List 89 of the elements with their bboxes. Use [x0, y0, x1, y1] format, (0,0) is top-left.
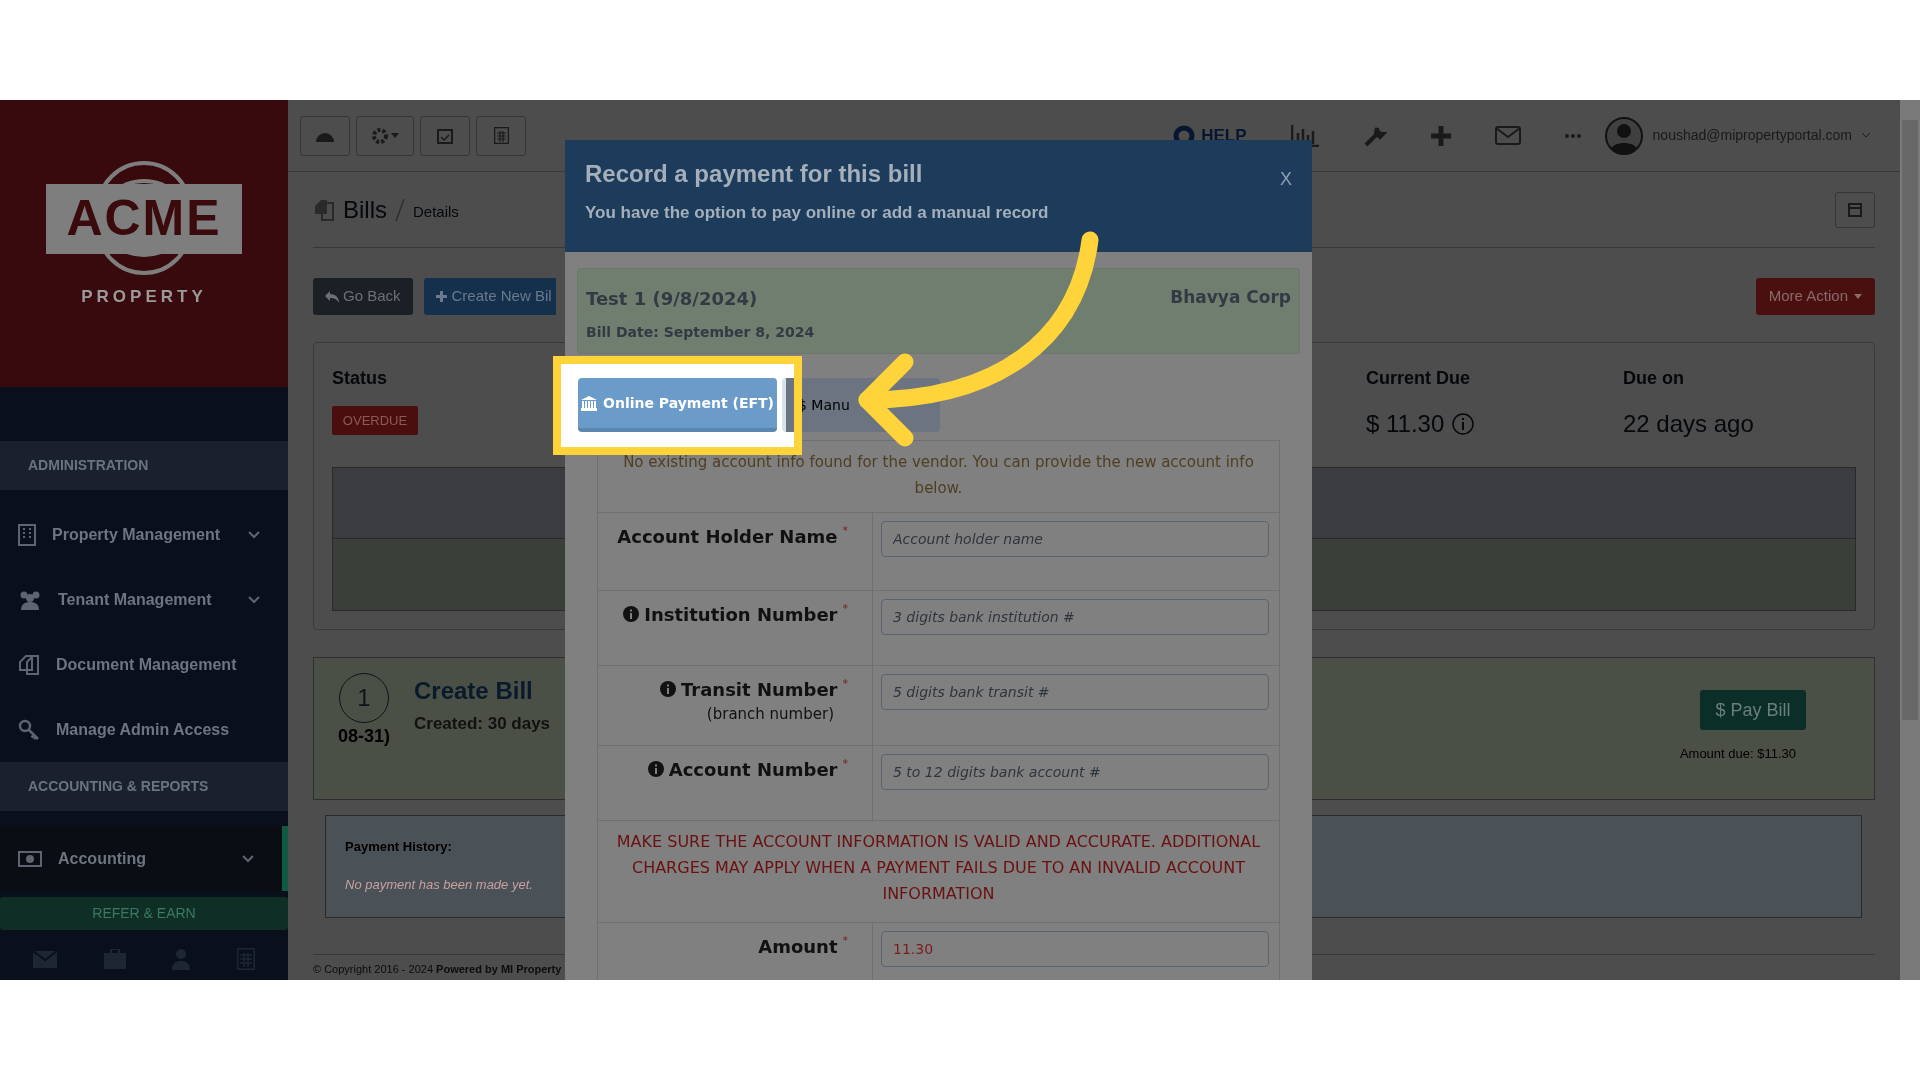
step-title: Create Bill — [414, 676, 533, 706]
refer-button[interactable]: REFER & EARN — [0, 897, 288, 930]
breadcrumb-item: Details — [413, 201, 459, 222]
current-due-amount: $ 11.30 — [1366, 409, 1445, 439]
field-label: Amount — [758, 935, 838, 959]
info-icon[interactable] — [1452, 413, 1475, 435]
caret-icon — [1854, 294, 1862, 299]
amount-due-text: Amount due: $11.30 — [1679, 745, 1796, 763]
sidebar-item[interactable]: Property Management — [0, 502, 288, 567]
reply-arrow-icon — [325, 290, 339, 303]
text-input[interactable]: 3 digits bank institution # — [881, 599, 1269, 635]
section-heading: ACCOUNTING & REPORTS — [0, 762, 288, 811]
field-label: Transit Number — [681, 678, 838, 702]
info-icon[interactable] — [647, 761, 664, 777]
empty-message: No payment has been made yet. — [345, 875, 533, 894]
chevron-down-icon — [248, 595, 260, 604]
dashboard-button[interactable] — [300, 115, 350, 156]
caret-icon — [390, 133, 399, 138]
created-text: Created: 30 days — [414, 713, 551, 735]
copy-icon — [313, 197, 335, 222]
text-input[interactable]: 5 digits bank transit # — [881, 674, 1269, 710]
text-input[interactable]: Account holder name — [881, 521, 1269, 557]
logo: ACME PROPERTY — [44, 158, 244, 329]
required-mark: * — [842, 601, 848, 617]
plus-icon — [435, 291, 447, 302]
settings-icon — [371, 127, 388, 144]
mail-icon[interactable] — [1494, 126, 1521, 145]
required-mark: * — [842, 756, 848, 772]
bank-icon — [581, 395, 598, 411]
field-label: Institution Number — [644, 603, 838, 627]
field-label: Account Holder Name — [617, 525, 838, 549]
vendor-name: Bhavya Corp — [1170, 286, 1291, 309]
page-title: Bills — [343, 194, 387, 225]
powered-by-text: Powered by MI Property — [436, 963, 562, 975]
dialog-subtitle: You have the option to pay online or add a manual record — [585, 202, 1050, 224]
sidebar-item[interactable]: Tenant Management — [0, 567, 288, 632]
dialog-title: Record a payment for this bill — [585, 159, 924, 189]
users-icon — [18, 589, 42, 610]
avatar-icon — [1604, 116, 1643, 155]
settings-button[interactable] — [356, 115, 414, 156]
due-on-value: 22 days ago — [1623, 409, 1754, 439]
user-icon[interactable] — [172, 948, 191, 970]
field-label: Account Number — [668, 758, 838, 782]
date-text: 08-31) — [338, 725, 390, 748]
payment-history-label: Payment History: — [345, 838, 452, 856]
field-sublabel: (branch number) — [706, 704, 834, 725]
key-icon — [18, 718, 40, 741]
step-number: 1 — [339, 673, 389, 723]
amount-input[interactable]: 11.30 — [881, 931, 1269, 967]
current-due-label: Current Due — [1366, 367, 1470, 390]
money-icon — [18, 849, 42, 868]
create-bill-button[interactable]: Create New Bil — [423, 278, 556, 315]
info-icon[interactable] — [623, 606, 640, 622]
status-label: Status — [332, 367, 387, 390]
calendar-icon — [1848, 202, 1862, 217]
pay-bill-button[interactable]: $ Pay Bill — [1700, 690, 1806, 730]
required-mark: * — [842, 933, 848, 949]
go-back-button[interactable]: Go Back — [313, 278, 413, 315]
calendar-button[interactable] — [1835, 191, 1875, 228]
more-action-button[interactable]: More Action — [1755, 278, 1875, 315]
sidebar-item[interactable]: Document Management — [0, 632, 288, 697]
tab[interactable]: Online Payment (EFT) — [578, 378, 777, 432]
chevron-down-icon — [1862, 133, 1870, 138]
copyright-text: © Copyright 2016 - 2024 — [313, 963, 433, 975]
required-mark: * — [842, 523, 848, 539]
scrollbar[interactable] — [1900, 100, 1920, 980]
required-mark: * — [842, 676, 848, 692]
bill-date: Bill Date: September 8, 2024 — [586, 323, 816, 342]
bill-name: Test 1 (9/8/2024) — [586, 287, 759, 311]
section-heading: ADMINISTRATION — [0, 441, 288, 490]
calculator-button[interactable] — [476, 115, 526, 156]
chevron-down-icon — [242, 854, 254, 863]
plus-icon[interactable] — [1430, 125, 1451, 146]
sidebar-item[interactable]: Manage Admin Access — [0, 697, 288, 762]
due-on-label: Due on — [1623, 367, 1684, 390]
more-icon[interactable] — [1564, 133, 1581, 138]
info-icon[interactable] — [660, 681, 676, 697]
chevron-down-icon — [248, 530, 260, 539]
status-badge: OVERDUE — [332, 406, 418, 435]
text-input[interactable]: 5 to 12 digits bank account # — [881, 754, 1269, 790]
calendar-check-icon — [437, 127, 453, 144]
documents-icon — [18, 653, 40, 676]
sidebar-item[interactable]: Accounting — [0, 826, 288, 891]
calendar-button[interactable] — [420, 115, 470, 156]
close-button[interactable]: X — [1280, 166, 1292, 190]
building-icon — [18, 523, 36, 546]
breadcrumb-separator — [395, 197, 405, 222]
calculator-icon — [493, 127, 509, 144]
warning-text: MAKE SURE THE ACCOUNT INFORMATION IS VALID AND ACCURATE. ADDITIONAL CHARGES MAY APPLY WHEN A PAYMENT FAILS DUE TO AN INVALID ACCOUNT INFORMATION — [598, 821, 1279, 923]
